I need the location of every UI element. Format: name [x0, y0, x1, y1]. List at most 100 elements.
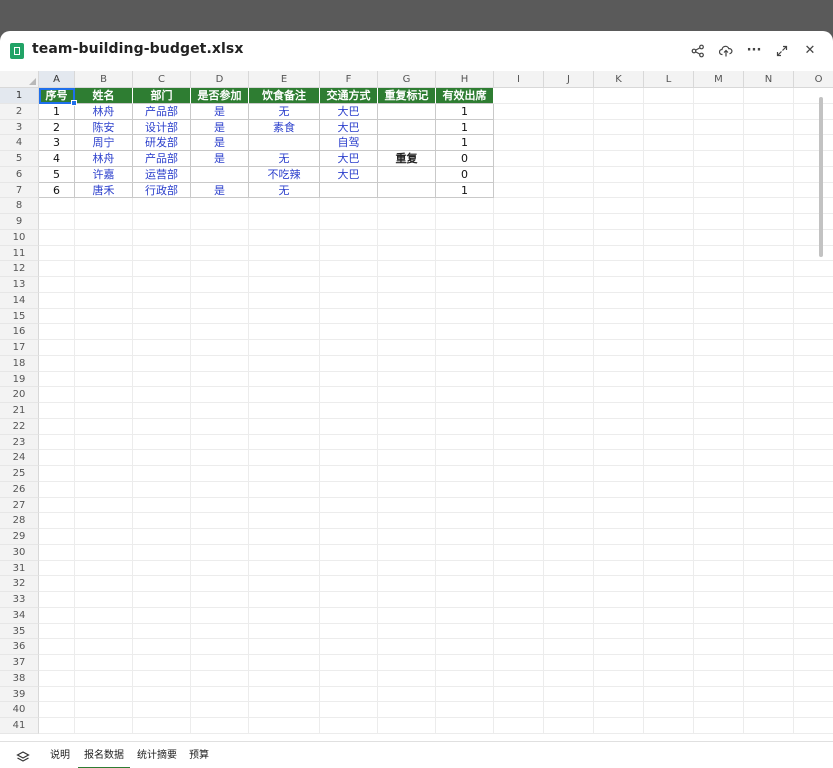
- data-cell[interactable]: [191, 166, 249, 183]
- grid-cell[interactable]: [436, 387, 494, 403]
- grid-cell[interactable]: [644, 481, 694, 498]
- grid-cell[interactable]: [436, 450, 494, 466]
- row-header[interactable]: 5: [0, 151, 39, 167]
- grid-cell[interactable]: [133, 702, 191, 718]
- grid-cell[interactable]: [544, 103, 594, 120]
- grid-cell[interactable]: [39, 198, 75, 214]
- grid-cell[interactable]: [644, 686, 694, 703]
- grid-cell[interactable]: [249, 544, 320, 561]
- grid-cell[interactable]: [436, 229, 494, 246]
- grid-cell[interactable]: [249, 560, 320, 577]
- grid-cell[interactable]: [794, 88, 833, 104]
- grid-cell[interactable]: [494, 670, 544, 687]
- grid-cell[interactable]: [320, 277, 378, 293]
- grid-cell[interactable]: [644, 340, 694, 356]
- grid-cell[interactable]: [544, 670, 594, 687]
- grid-cell[interactable]: [694, 308, 744, 325]
- grid-cell[interactable]: [694, 403, 744, 419]
- grid-cell[interactable]: [744, 513, 794, 529]
- sheet-tab-instructions[interactable]: 说明: [50, 742, 70, 768]
- grid-cell[interactable]: [594, 277, 644, 293]
- sheet-tab-registration-data[interactable]: 报名数据: [78, 742, 130, 768]
- grid-cell[interactable]: [75, 277, 133, 293]
- grid-cell[interactable]: [75, 497, 133, 514]
- grid-cell[interactable]: [320, 355, 378, 372]
- grid-cell[interactable]: [494, 371, 544, 388]
- grid-cell[interactable]: [694, 702, 744, 718]
- row-header[interactable]: 29: [0, 529, 39, 545]
- header-cell[interactable]: 有效出席: [436, 88, 494, 104]
- data-cell[interactable]: 是: [191, 103, 249, 120]
- grid-cell[interactable]: [744, 371, 794, 388]
- grid-cell[interactable]: [249, 513, 320, 529]
- grid-cell[interactable]: [494, 292, 544, 309]
- grid-cell[interactable]: [544, 308, 594, 325]
- share-icon[interactable]: [688, 41, 708, 61]
- fill-handle[interactable]: [71, 99, 77, 106]
- grid-cell[interactable]: [494, 497, 544, 514]
- grid-cell[interactable]: [436, 481, 494, 498]
- grid-cell[interactable]: [75, 718, 133, 734]
- grid-cell[interactable]: [494, 607, 544, 624]
- data-cell[interactable]: 设计部: [133, 119, 191, 136]
- grid-cell[interactable]: [744, 592, 794, 608]
- grid-cell[interactable]: [436, 702, 494, 718]
- grid-cell[interactable]: [378, 324, 436, 340]
- grid-cell[interactable]: [594, 607, 644, 624]
- grid-cell[interactable]: [794, 340, 833, 356]
- grid-cell[interactable]: [436, 434, 494, 451]
- row-header[interactable]: 18: [0, 355, 39, 372]
- grid-cell[interactable]: [320, 592, 378, 608]
- grid-cell[interactable]: [544, 560, 594, 577]
- grid-cell[interactable]: [494, 245, 544, 262]
- grid-cell[interactable]: [320, 324, 378, 340]
- grid-cell[interactable]: [320, 403, 378, 419]
- grid-cell[interactable]: [378, 308, 436, 325]
- grid-cell[interactable]: [191, 481, 249, 498]
- grid-cell[interactable]: [494, 434, 544, 451]
- grid-cell[interactable]: [544, 88, 594, 104]
- grid-cell[interactable]: [544, 623, 594, 640]
- data-cell[interactable]: 无: [249, 151, 320, 167]
- grid-cell[interactable]: [744, 119, 794, 136]
- grid-cell[interactable]: [39, 245, 75, 262]
- grid-cell[interactable]: [744, 387, 794, 403]
- grid-cell[interactable]: [794, 671, 833, 687]
- grid-cell[interactable]: [744, 135, 794, 151]
- grid-cell[interactable]: [644, 119, 694, 136]
- grid-cell[interactable]: [494, 623, 544, 640]
- grid-cell[interactable]: [544, 592, 594, 608]
- row-header[interactable]: 28: [0, 513, 39, 529]
- grid-cell[interactable]: [644, 655, 694, 671]
- grid-cell[interactable]: [594, 418, 644, 435]
- grid-cell[interactable]: [39, 639, 75, 655]
- grid-cell[interactable]: [494, 560, 544, 577]
- grid-cell[interactable]: [694, 387, 744, 403]
- grid-cell[interactable]: [744, 450, 794, 466]
- grid-cell[interactable]: [75, 639, 133, 655]
- grid-cell[interactable]: [544, 718, 594, 734]
- grid-cell[interactable]: [644, 355, 694, 372]
- grid-cell[interactable]: [644, 403, 694, 419]
- grid-cell[interactable]: [39, 324, 75, 340]
- grid-cell[interactable]: [249, 387, 320, 403]
- grid-cell[interactable]: [694, 466, 744, 482]
- grid-cell[interactable]: [39, 355, 75, 372]
- column-header-h[interactable]: H: [436, 71, 494, 88]
- grid-cell[interactable]: [133, 418, 191, 435]
- grid-cell[interactable]: [694, 324, 744, 340]
- data-cell[interactable]: [378, 182, 436, 199]
- grid-cell[interactable]: [75, 481, 133, 498]
- grid-cell[interactable]: [378, 214, 436, 230]
- grid-cell[interactable]: [794, 324, 833, 340]
- data-cell[interactable]: 许嘉: [75, 166, 133, 183]
- grid-cell[interactable]: [594, 434, 644, 451]
- grid-cell[interactable]: [436, 277, 494, 293]
- row-header[interactable]: 13: [0, 277, 39, 293]
- grid-cell[interactable]: [191, 560, 249, 577]
- grid-cell[interactable]: [644, 718, 694, 734]
- data-cell[interactable]: [378, 119, 436, 136]
- grid-cell[interactable]: [644, 151, 694, 167]
- data-cell[interactable]: 大巴: [320, 166, 378, 183]
- grid-cell[interactable]: [436, 214, 494, 230]
